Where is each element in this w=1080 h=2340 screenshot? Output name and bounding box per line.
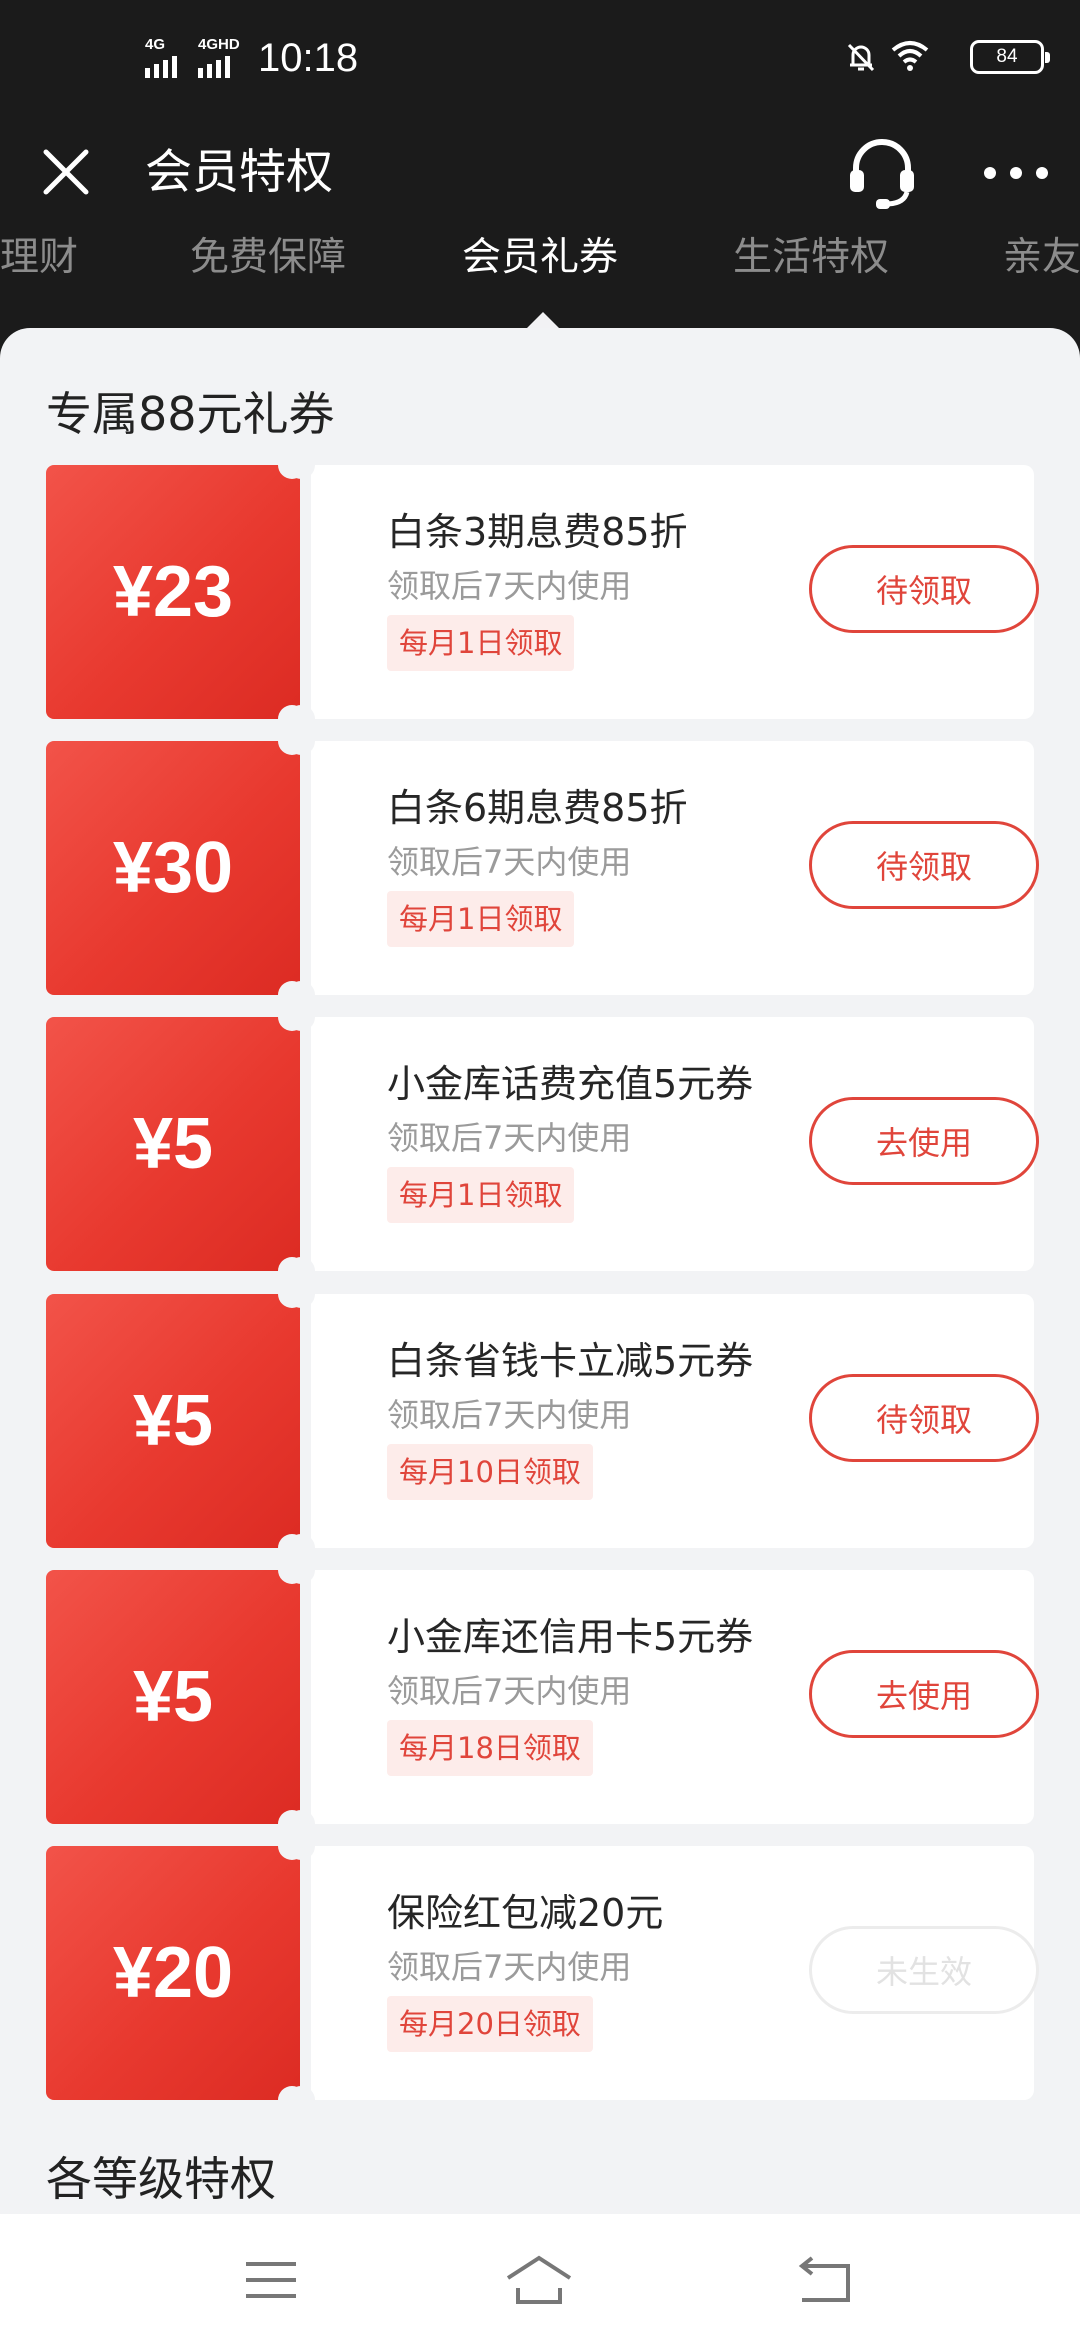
inactive-button: 未生效 [809,1926,1039,2014]
coupon-card: ¥5 小金库话费充值5元券 领取后7天内使用 每月1日领取 去使用 [46,1003,1039,1285]
coupon-card: ¥20 保险红包减20元 领取后7天内使用 每月20日领取 未生效 [46,1832,1039,2114]
coupon-amount: ¥5 [46,1280,306,1562]
coupon-amount: ¥20 [46,1832,306,2114]
coupon-card: ¥23 白条3期息费85折 领取后7天内使用 每月1日领取 待领取 [46,451,1039,733]
use-button[interactable]: 去使用 [809,1097,1039,1185]
tab-licai[interactable]: 理财 [0,228,78,288]
coupon-schedule-tag: 每月18日领取 [387,1720,593,1776]
coupon-validity: 领取后7天内使用 [387,567,632,605]
mute-bell-icon [847,43,875,72]
coupon-schedule-tag: 每月1日领取 [387,891,575,947]
coupon-validity: 领取后7天内使用 [387,1672,632,1710]
coupon-body: 白条3期息费85折 领取后7天内使用 每月1日领取 待领取 [287,451,1039,733]
coupon-schedule-tag: 每月1日领取 [387,615,575,671]
close-button[interactable] [36,142,96,202]
customer-service-button[interactable] [842,132,922,214]
coupon-body: 白条省钱卡立减5元券 领取后7天内使用 每月10日领取 待领取 [287,1280,1039,1562]
coupon-schedule-tag: 每月20日领取 [387,1996,593,2052]
home-button[interactable] [504,2252,574,2308]
coupon-validity: 领取后7天内使用 [387,1948,632,1986]
coupon-title: 小金库还信用卡5元券 [387,1615,754,1659]
section-title-levels: 各等级特权 [46,2152,276,2206]
more-button[interactable] [976,148,1056,198]
coupon-amount: ¥30 [46,727,306,1009]
page-title: 会员特权 [145,145,333,200]
coupon-title: 小金库话费充值5元券 [387,1062,754,1106]
home-icon [506,2255,572,2304]
coupon-body: 白条6期息费85折 领取后7天内使用 每月1日领取 待领取 [287,727,1039,1009]
back-button[interactable] [790,2252,860,2308]
coupon-card: ¥30 白条6期息费85折 领取后7天内使用 每月1日领取 待领取 [46,727,1039,1009]
coupon-validity: 领取后7天内使用 [387,843,632,881]
menu-icon [246,2262,296,2298]
coupon-validity: 领取后7天内使用 [387,1119,632,1157]
coupon-title: 保险红包减20元 [387,1891,664,1935]
system-nav-bar [0,2214,1080,2340]
battery-icon: 84 [970,40,1050,74]
tab-bar: 理财 免费保障 会员礼券 生活特权 亲友 [0,222,1080,330]
close-icon [43,149,89,195]
tab-family[interactable]: 亲友 [1003,228,1080,288]
coupon-schedule-tag: 每月10日领取 [387,1444,593,1500]
title-bar: 会员特权 [0,120,1080,230]
coupon-title: 白条省钱卡立减5元券 [387,1339,754,1383]
content-sheet: 专属88元礼券 ¥23 白条3期息费85折 领取后7天内使用 每月1日领取 待领… [0,328,1080,2228]
tab-life-privileges[interactable]: 生活特权 [733,228,889,288]
more-icon [984,167,1048,179]
use-button[interactable]: 去使用 [809,1650,1039,1738]
coupon-body: 保险红包减20元 领取后7天内使用 每月20日领取 未生效 [287,1832,1039,2114]
headset-icon [850,139,914,209]
coupon-body: 小金库话费充值5元券 领取后7天内使用 每月1日领取 去使用 [287,1003,1039,1285]
tab-free-insurance[interactable]: 免费保障 [190,228,346,288]
coupon-amount: ¥23 [46,451,306,733]
menu-button[interactable] [236,2252,306,2308]
network-type-label: 4GHD [198,36,240,53]
claim-button[interactable]: 待领取 [809,821,1039,909]
clock: 10:18 [258,36,359,80]
claim-button[interactable]: 待领取 [809,1374,1039,1462]
back-icon [798,2256,850,2302]
coupon-body: 小金库还信用卡5元券 领取后7天内使用 每月18日领取 去使用 [287,1556,1039,1838]
status-bar: 4G 4GHD 10:18 84 [0,0,1080,120]
coupon-amount: ¥5 [46,1556,306,1838]
coupon-schedule-tag: 每月1日领取 [387,1167,575,1223]
tab-member-coupons[interactable]: 会员礼券 [462,228,618,288]
coupon-validity: 领取后7天内使用 [387,1396,632,1434]
claim-button[interactable]: 待领取 [809,545,1039,633]
coupon-title: 白条6期息费85折 [387,786,688,830]
network-type-label: 4G [145,36,166,53]
wifi-icon [891,41,929,71]
coupon-card: ¥5 白条省钱卡立减5元券 领取后7天内使用 每月10日领取 待领取 [46,1280,1039,1562]
status-icons: 84 [844,38,1050,78]
battery-level: 84 [996,46,1018,67]
coupon-title: 白条3期息费85折 [387,510,688,554]
section-title: 专属88元礼券 [46,387,335,441]
coupon-amount: ¥5 [46,1003,306,1285]
coupon-card: ¥5 小金库还信用卡5元券 领取后7天内使用 每月18日领取 去使用 [46,1556,1039,1838]
